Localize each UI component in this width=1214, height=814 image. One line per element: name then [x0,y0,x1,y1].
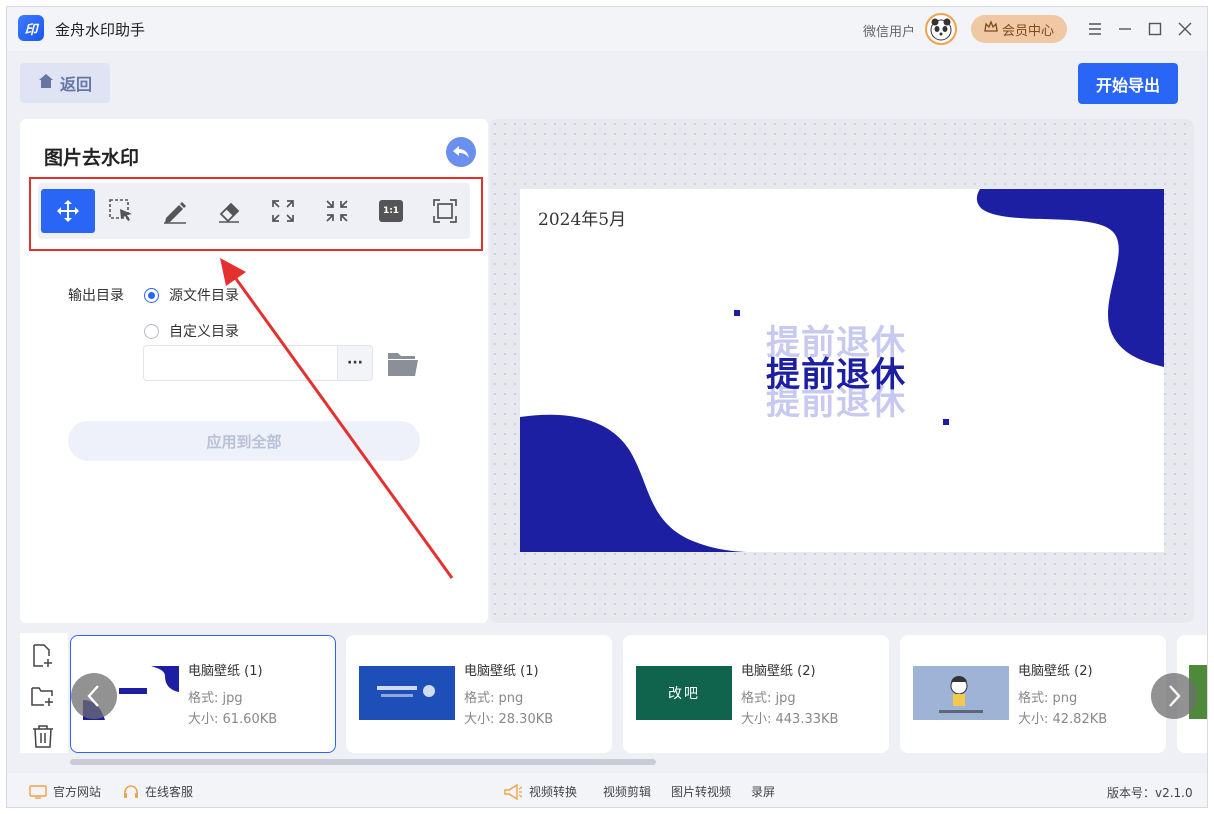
file-format: 格式: png [464,691,524,706]
file-format: 格式: jpg [741,691,796,706]
footer-bar: 官方网站 在线客服 视频转换 视频剪辑 图片转视频 录屏 版本号：v2.1.0 [7,773,1207,807]
file-strip-scrollbar[interactable] [70,759,656,765]
preview-canvas[interactable]: 2024年5月 提前退休 提前退休 提前退休 [490,119,1194,623]
maximize-icon[interactable] [1143,17,1167,41]
radio-custom-dir[interactable]: 自定义目录 [144,321,239,341]
prev-arrow-button[interactable] [71,673,117,719]
minimize-icon[interactable] [1113,17,1137,41]
preview-image[interactable]: 2024年5月 提前退休 提前退休 提前退休 [520,189,1164,552]
screen-record-link[interactable]: 录屏 [751,783,775,800]
official-website-link[interactable]: 官方网站 [29,783,101,800]
file-format: 格式: jpg [188,691,243,706]
video-edit-link[interactable]: 视频剪辑 [603,783,651,800]
user-avatar[interactable] [925,13,957,45]
folder-icon[interactable] [387,349,419,381]
screen-record-label: 录屏 [751,785,776,799]
decor-dot [734,310,740,316]
file-size: 大小: 61.60KB [188,712,278,727]
back-label: 返回 [59,75,92,94]
radio-source-dir[interactable]: 源文件目录 [144,285,239,305]
toolbar-highlight-annotation [29,177,483,251]
start-export-button[interactable]: 开始导出 [1078,63,1178,104]
megaphone-icon [504,783,523,800]
image-to-video-label: 图片转视频 [671,785,732,799]
preview-headline: 提前退休 [766,355,906,395]
undo-icon [453,146,469,158]
file-size: 大小: 443.33KB [741,712,839,727]
file-card[interactable]: 电脑壁纸 (1) 格式: png 大小: 28.30KB [346,635,612,753]
file-thumbnail: 改吧 [636,666,732,720]
image-to-video-link[interactable]: 图片转视频 [671,783,731,800]
file-thumbnail [359,666,455,720]
online-support-label: 在线客服 [145,785,194,799]
panel-title: 图片去水印 [44,147,140,169]
thumbnail-text: 改吧 [668,686,700,702]
video-convert-label: 视频转换 [529,785,578,799]
edit-panel: 图片去水印 1:1 输出目录 源文件目录 自定义目录 ··· 应用到全部 [20,119,488,623]
next-arrow-button[interactable] [1151,673,1197,719]
member-center-button[interactable]: 会员中心 [971,15,1067,43]
app-logo: 印 [18,15,44,41]
trash-icon[interactable] [30,723,56,749]
app-title: 金舟水印助手 [55,21,146,39]
apply-to-all-button[interactable]: 应用到全部 [68,421,420,461]
user-name[interactable]: 微信用户 [863,21,915,40]
file-name: 电脑壁纸 (2) [741,664,816,679]
undo-button[interactable] [446,137,476,167]
add-folder-icon[interactable] [30,683,56,709]
file-name: 电脑壁纸 (1) [188,664,263,679]
video-convert-link[interactable]: 视频转换 [503,783,577,800]
close-icon[interactable] [1173,17,1197,41]
chevron-right-icon [1169,685,1181,707]
online-support-link[interactable]: 在线客服 [123,783,193,800]
radio-source-dir-label: 源文件目录 [169,288,239,304]
file-thumbnail [913,666,1009,720]
menu-icon[interactable] [1083,17,1107,41]
decor-dot [943,419,949,425]
file-card[interactable]: 改吧 电脑壁纸 (2) 格式: jpg 大小: 443.33KB [623,635,889,753]
add-file-icon[interactable] [30,643,56,669]
member-center-label: 会员中心 [1001,23,1054,39]
app-window: 印 金舟水印助手 微信用户 会员中心 返回 开始导出 图片去水印 1:1 输出目… [6,6,1208,808]
title-bar: 印 金舟水印助手 微信用户 会员中心 [7,7,1207,51]
file-name: 电脑壁纸 (1) [464,664,539,679]
file-size: 大小: 42.82KB [1018,712,1108,727]
home-icon [38,73,54,93]
monitor-icon [29,784,47,799]
file-name: 电脑壁纸 (2) [1018,664,1093,679]
file-card[interactable]: 电脑壁纸 (2) 格式: png 大小: 42.82KB [900,635,1166,753]
headset-icon [124,784,138,798]
browse-more-button[interactable]: ··· [337,345,373,381]
file-actions-sidebar [20,633,68,753]
official-website-label: 官方网站 [53,785,102,799]
crown-icon [984,20,998,38]
chevron-left-icon [87,685,99,707]
output-path-input[interactable] [143,345,337,381]
file-format: 格式: png [1018,691,1078,706]
radio-custom-dir-indicator[interactable] [144,323,159,339]
file-size: 大小: 28.30KB [464,712,554,727]
back-button[interactable]: 返回 [20,63,110,103]
version-text: 版本号：v2.1.0 [1107,786,1193,800]
radio-custom-dir-label: 自定义目录 [169,324,239,340]
preview-date-text: 2024年5月 [538,210,627,230]
output-dir-label: 输出目录 [68,288,124,304]
video-edit-label: 视频剪辑 [603,785,652,799]
radio-source-dir-indicator[interactable] [144,287,159,303]
